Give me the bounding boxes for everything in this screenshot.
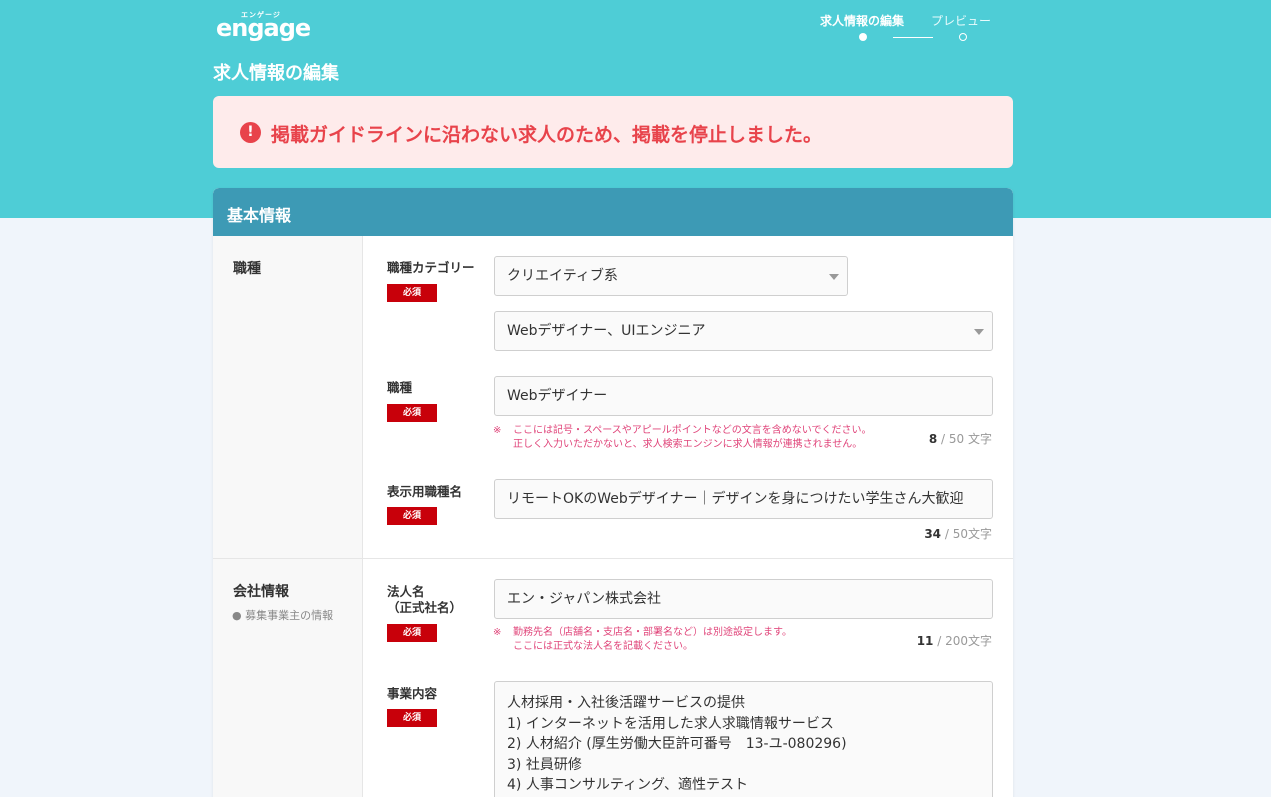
job-title-note: ※ ここには記号・スペースやアピールポイントなどの文言を含めないでください。 正… — [493, 424, 872, 452]
basic-info-card: 基本情報 職種 職種カテゴリー 必須 クリエイティブ系 Webデザイナー、UIエ… — [213, 188, 1013, 797]
display-title-counter: 34 / 50文字 — [924, 525, 992, 542]
progress-steps: 求人情報の編集 プレビュー — [820, 12, 1000, 44]
step-preview-dot-icon — [959, 33, 967, 41]
step-edit-dot-icon — [859, 33, 867, 41]
corp-name-note: ※ 勤務先名（店舗名・支店名・部署名など）は別途設定します。 ここには正式な法人… — [493, 626, 792, 654]
page-title: 求人情報の編集 — [213, 63, 339, 84]
counter-current: 11 — [916, 634, 934, 648]
note-mark: ※ — [493, 627, 502, 638]
counter-sep: / — [937, 634, 942, 648]
chevron-down-icon — [829, 274, 839, 280]
display-title-input[interactable]: リモートOKのWebデザイナー｜デザインを身につけたい学生さん大歓迎 — [494, 479, 993, 519]
counter-max: 50文字 — [952, 527, 992, 541]
corp-name-value: エン・ジャパン株式会社 — [507, 591, 661, 607]
business-label: 事業内容 — [387, 686, 438, 701]
chevron-down-icon — [974, 329, 984, 335]
counter-current: 8 — [928, 432, 938, 446]
section-company-title: 会社情報 — [233, 584, 289, 600]
section-job: 職種 職種カテゴリー 必須 クリエイティブ系 Webデザイナー、UIエンジニア … — [213, 236, 1013, 559]
note-line-2: 正しく入力いただかないと、求人検索エンジンに求人情報が連携されません。 — [513, 439, 863, 450]
alert-message: 掲載ガイドラインに沿わない求人のため、掲載を停止しました。 — [271, 124, 823, 146]
counter-sep: / — [941, 432, 946, 446]
job-subcategory-select[interactable]: Webデザイナー、UIエンジニア — [494, 311, 993, 351]
counter-max: 200文字 — [945, 634, 992, 648]
corp-name-input[interactable]: エン・ジャパン株式会社 — [494, 579, 993, 619]
business-line: 4) 人事コンサルティング、適性テスト — [507, 777, 748, 793]
note-mark: ※ — [493, 425, 502, 436]
job-title-value: Webデザイナー — [507, 388, 608, 404]
section-job-label-col — [213, 236, 363, 558]
step-connector — [893, 37, 933, 38]
exclamation-icon: ! — [240, 122, 261, 143]
job-category-value: クリエイティブ系 — [507, 268, 618, 284]
job-category-label: 職種カテゴリー — [387, 260, 475, 275]
business-line: 人材採用・入社後活躍サービスの提供 — [507, 695, 745, 711]
business-line: 1) インターネットを活用した求人求職情報サービス — [507, 715, 834, 732]
step-edit-label: 求人情報の編集 — [820, 14, 905, 28]
job-title-label: 職種 — [387, 380, 413, 395]
counter-sep: / — [944, 527, 949, 541]
suspension-alert: ! 掲載ガイドラインに沿わない求人のため、掲載を停止しました。 — [213, 96, 1013, 168]
counter-current: 34 — [924, 527, 942, 541]
section-job-title: 職種 — [233, 261, 261, 277]
job-title-counter: 8 / 50 文字 — [929, 430, 992, 447]
required-badge: 必須 — [387, 507, 437, 525]
card-title: 基本情報 — [213, 188, 1013, 236]
engage-logo[interactable]: エンゲージ engage — [216, 8, 311, 42]
counter-max: 50 文字 — [948, 432, 992, 446]
display-title-value: リモートOKのWebデザイナー｜デザインを身につけたい学生さん大歓迎 — [507, 491, 964, 507]
section-company-subtitle: ● 募集事業主の情報 — [232, 609, 334, 622]
display-title-label: 表示用職種名 — [387, 484, 463, 499]
corp-name-label-2: （正式社名） — [387, 600, 463, 615]
corp-name-label-1: 法人名 — [387, 584, 425, 599]
required-badge: 必須 — [387, 404, 437, 422]
corp-name-counter: 11 / 200文字 — [917, 632, 992, 649]
note-line-2: ここには正式な法人名を記載ください。 — [513, 641, 693, 652]
business-line: 2) 人材紹介 (厚生労働大臣許可番号 13-ユ-080296) — [507, 736, 847, 752]
business-line: 3) 社員研修 — [507, 756, 582, 773]
job-subcategory-value: Webデザイナー、UIエンジニア — [507, 323, 706, 339]
note-line-1: 勤務先名（店舗名・支店名・部署名など）は別途設定します。 — [513, 627, 792, 638]
job-category-select[interactable]: クリエイティブ系 — [494, 256, 848, 296]
step-preview-label[interactable]: プレビュー — [931, 12, 991, 29]
job-title-input[interactable]: Webデザイナー — [494, 376, 993, 416]
required-badge: 必須 — [387, 284, 437, 302]
required-badge: 必須 — [387, 624, 437, 642]
required-badge: 必須 — [387, 709, 437, 727]
business-textarea[interactable]: 人材採用・入社後活躍サービスの提供 1) インターネットを活用した求人求職情報サ… — [494, 681, 993, 797]
note-line-1: ここには記号・スペースやアピールポイントなどの文言を含めないでください。 — [513, 425, 872, 436]
logo-text: engage — [216, 14, 311, 42]
